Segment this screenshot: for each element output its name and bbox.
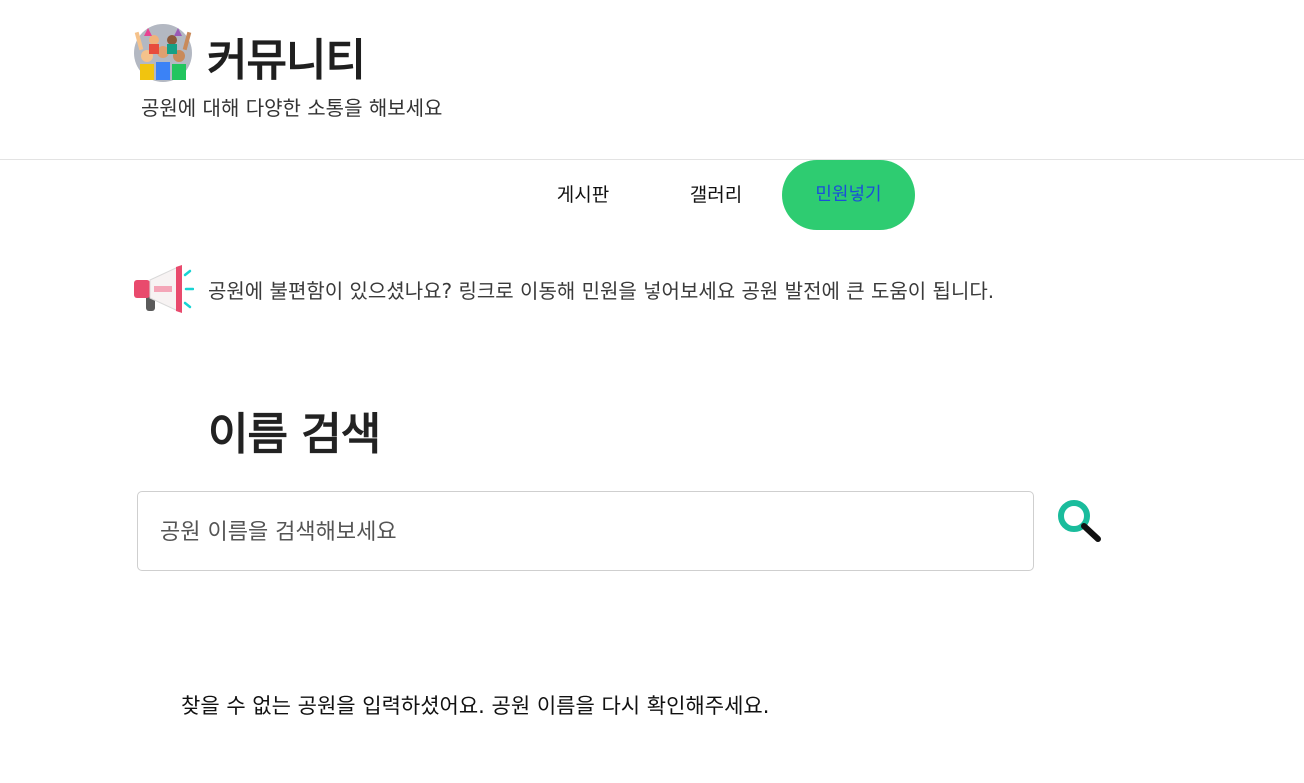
- notice-text: 공원에 불편함이 있으셨나요? 링크로 이동해 민원을 넣어보세요 공원 발전에…: [208, 278, 995, 303]
- community-people-icon: [134, 24, 192, 82]
- park-search-input[interactable]: [158, 492, 1012, 572]
- search-result-message: 찾을 수 없는 공원을 입력하셨어요. 공원 이름을 다시 확인해주세요.: [181, 694, 770, 718]
- search-icon: [1058, 500, 1101, 542]
- site-title: 커뮤니티: [207, 35, 366, 86]
- complaint-notice: 공원에 불편함이 있으셨나요? 링크로 이동해 민원을 넣어보세요 공원 발전에…: [132, 263, 994, 315]
- search-heading: 이름 검색: [208, 409, 381, 460]
- site-subtitle: 공원에 대해 다양한 소통을 해보세요: [141, 96, 443, 120]
- site-header: 커뮤니티 공원에 대해 다양한 소통을 해보세요: [0, 0, 1304, 160]
- search-button[interactable]: [1055, 497, 1103, 545]
- nav-tab-gallery[interactable]: 갤러리: [672, 160, 760, 230]
- search-box: [137, 491, 1034, 572]
- main-nav: 게시판 갤러리 민원넣기: [0, 160, 1304, 232]
- megaphone-icon: [134, 265, 194, 313]
- nav-tab-complaint[interactable]: 민원넣기: [782, 160, 915, 230]
- nav-tab-board[interactable]: 게시판: [540, 160, 626, 230]
